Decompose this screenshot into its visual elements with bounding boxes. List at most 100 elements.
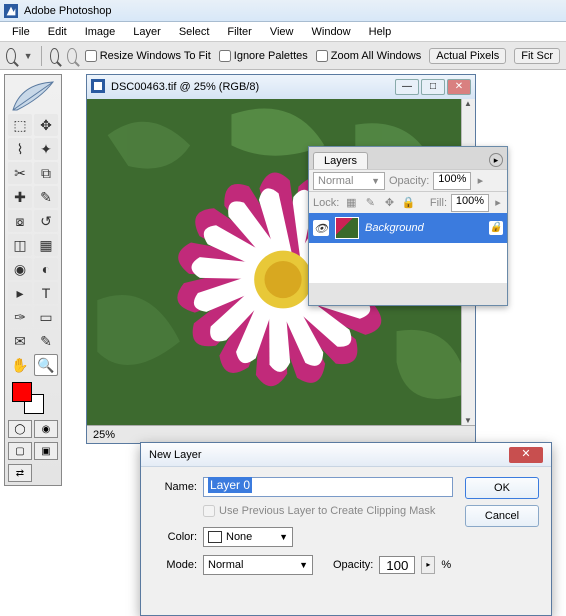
actual-pixels-button[interactable]: Actual Pixels — [429, 48, 506, 64]
clipping-mask-checkbox — [203, 505, 215, 517]
shape-tool[interactable]: ▭ — [34, 306, 58, 328]
new-layer-dialog: New Layer ✕ OK Cancel Name: Layer 0 Use … — [140, 442, 552, 616]
fill-flyout-icon[interactable]: ▸ — [493, 196, 503, 209]
blur-tool[interactable]: ◉ — [8, 258, 32, 280]
screen-mode-1[interactable]: ▢ — [8, 442, 32, 460]
screen-mode-2[interactable]: ▣ — [34, 442, 58, 460]
layer-name-input[interactable]: Layer 0 — [203, 477, 453, 497]
app-titlebar: Adobe Photoshop — [0, 0, 566, 22]
dropdown-arrow-icon[interactable]: ▼ — [24, 51, 33, 61]
zoom-in-icon[interactable] — [50, 48, 60, 64]
document-icon — [91, 79, 105, 96]
standard-mode-button[interactable]: ◯ — [8, 420, 32, 438]
jump-to-imageready[interactable]: ⇄ — [8, 464, 32, 482]
opacity-label: Opacity: — [333, 559, 373, 571]
lock-transparency-icon[interactable]: ▦ — [344, 196, 358, 210]
dodge-tool[interactable]: ◐ — [34, 258, 58, 280]
layer-opacity-input[interactable]: 100% — [433, 172, 471, 190]
layer-lock-icon: 🔒 — [489, 221, 503, 235]
options-bar: ▼ Resize Windows To Fit Ignore Palettes … — [0, 42, 566, 70]
menu-layer[interactable]: Layer — [125, 24, 169, 40]
foreground-color-swatch[interactable] — [12, 382, 32, 402]
lock-position-icon[interactable]: ✥ — [382, 196, 396, 210]
opacity-input[interactable] — [379, 556, 415, 574]
blend-mode-select[interactable]: Normal ▼ — [203, 555, 313, 575]
blend-mode-select[interactable]: Normal▼ — [313, 172, 385, 190]
layer-name: Background — [365, 222, 424, 234]
move-tool[interactable]: ✥ — [34, 114, 58, 136]
layer-fill-input[interactable]: 100% — [451, 194, 489, 212]
opacity-flyout-icon[interactable]: ▸ — [475, 174, 485, 187]
menu-view[interactable]: View — [262, 24, 302, 40]
lock-all-icon[interactable]: 🔒 — [401, 196, 415, 210]
stamp-tool[interactable]: ⧇ — [8, 210, 32, 232]
lock-buttons: ▦ ✎ ✥ 🔒 — [343, 196, 416, 210]
history-brush-tool[interactable]: ↺ — [34, 210, 58, 232]
color-label: Color: — [153, 531, 197, 543]
opacity-label: Opacity: — [389, 175, 429, 187]
ignore-palettes-checkbox[interactable]: Ignore Palettes — [219, 50, 308, 62]
menu-help[interactable]: Help — [361, 24, 400, 40]
gradient-tool[interactable]: ▦ — [34, 234, 58, 256]
slice-tool[interactable]: ⧉ — [34, 162, 58, 184]
layer-list: 👁 Background 🔒 — [309, 213, 507, 283]
zoom-level[interactable]: 25% — [93, 429, 115, 441]
layer-color-select[interactable]: None ▼ — [203, 527, 293, 547]
menu-bar: File Edit Image Layer Select Filter View… — [0, 22, 566, 42]
menu-select[interactable]: Select — [171, 24, 218, 40]
eraser-tool[interactable]: ◫ — [8, 234, 32, 256]
wand-tool[interactable]: ✦ — [34, 138, 58, 160]
resize-windows-checkbox[interactable]: Resize Windows To Fit — [85, 50, 211, 62]
photoshop-icon — [4, 4, 18, 18]
lasso-tool[interactable]: ⌇ — [8, 138, 32, 160]
document-title: DSC00463.tif @ 25% (RGB/8) — [111, 81, 259, 93]
layer-item-background[interactable]: 👁 Background 🔒 — [309, 213, 507, 243]
quickmask-mode-button[interactable]: ◉ — [34, 420, 58, 438]
hand-tool[interactable]: ✋ — [8, 354, 32, 376]
maximize-button[interactable]: □ — [421, 79, 445, 95]
menu-filter[interactable]: Filter — [219, 24, 259, 40]
ok-button[interactable]: OK — [465, 477, 539, 499]
name-label: Name: — [153, 481, 197, 493]
visibility-toggle-icon[interactable]: 👁 — [313, 220, 329, 236]
document-titlebar[interactable]: DSC00463.tif @ 25% (RGB/8) — □ ✕ — [87, 75, 475, 99]
layers-tab[interactable]: Layers — [313, 152, 368, 169]
cancel-button[interactable]: Cancel — [465, 505, 539, 527]
dialog-titlebar[interactable]: New Layer ✕ — [141, 443, 551, 467]
marquee-tool[interactable]: ⬚ — [8, 114, 32, 136]
opacity-stepper[interactable]: ▸ — [421, 556, 435, 574]
minimize-button[interactable]: — — [395, 79, 419, 95]
zoom-all-windows-checkbox[interactable]: Zoom All Windows — [316, 50, 421, 62]
crop-tool[interactable]: ✂ — [8, 162, 32, 184]
path-tool[interactable]: ▸ — [8, 282, 32, 304]
zoom-tool[interactable]: 🔍 — [34, 354, 58, 376]
lock-pixels-icon[interactable]: ✎ — [363, 196, 377, 210]
clipping-mask-label: Use Previous Layer to Create Clipping Ma… — [219, 505, 435, 517]
menu-file[interactable]: File — [4, 24, 38, 40]
dialog-title: New Layer — [149, 449, 202, 461]
color-swatches[interactable] — [8, 380, 58, 416]
notes-tool[interactable]: ✉ — [8, 330, 32, 352]
pen-tool[interactable]: ✑ — [8, 306, 32, 328]
document-statusbar: 25% — [87, 425, 475, 443]
layers-panel: Layers ▸ Normal▼ Opacity: 100% ▸ Lock: ▦… — [308, 146, 508, 306]
type-tool[interactable]: T — [34, 282, 58, 304]
menu-image[interactable]: Image — [77, 24, 124, 40]
fill-label: Fill: — [430, 197, 447, 209]
mode-label: Mode: — [153, 559, 197, 571]
eyedropper-tool[interactable]: ✎ — [34, 330, 58, 352]
menu-edit[interactable]: Edit — [40, 24, 75, 40]
dropdown-arrow-icon: ▼ — [299, 560, 308, 570]
brush-tool[interactable]: ✎ — [34, 186, 58, 208]
workspace: ⬚ ✥ ⌇ ✦ ✂ ⧉ ✚ ✎ ⧇ ↺ ◫ ▦ ◉ ◐ ▸ T ✑ ▭ ✉ ✎ … — [0, 70, 566, 560]
app-title: Adobe Photoshop — [24, 5, 111, 17]
heal-tool[interactable]: ✚ — [8, 186, 32, 208]
panel-menu-icon[interactable]: ▸ — [489, 153, 503, 167]
fit-screen-button[interactable]: Fit Scr — [514, 48, 560, 64]
close-button[interactable]: ✕ — [447, 79, 471, 95]
zoom-out-icon[interactable] — [67, 48, 77, 64]
menu-window[interactable]: Window — [304, 24, 359, 40]
layer-thumbnail[interactable] — [335, 217, 359, 239]
dropdown-arrow-icon: ▼ — [279, 532, 288, 542]
dialog-close-button[interactable]: ✕ — [509, 447, 543, 463]
